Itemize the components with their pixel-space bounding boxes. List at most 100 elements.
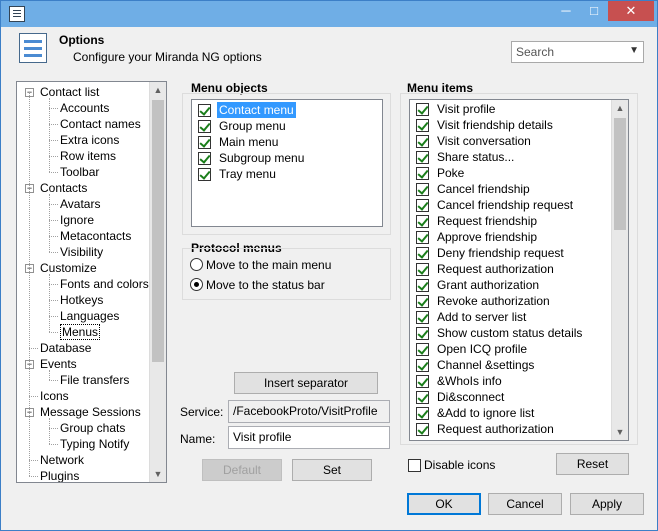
- menu-item-row[interactable]: &WhoIs info: [415, 373, 605, 389]
- scrollbar-thumb[interactable]: [152, 100, 164, 362]
- checkbox-box[interactable]: [416, 327, 429, 340]
- checkbox-box[interactable]: [416, 151, 429, 164]
- protocol-menu-radio[interactable]: Move to the status bar: [190, 276, 380, 294]
- tree-item[interactable]: Toolbar: [60, 164, 99, 180]
- checkbox-box[interactable]: [416, 103, 429, 116]
- tree-item[interactable]: Languages: [60, 308, 119, 324]
- tree-item[interactable]: Message Sessions: [40, 404, 141, 420]
- tree-scrollbar[interactable]: ▲ ▼: [149, 82, 166, 482]
- checkbox-box[interactable]: [416, 183, 429, 196]
- menu-item-row[interactable]: Poke: [415, 165, 605, 181]
- scrollbar-thumb[interactable]: [614, 118, 626, 230]
- checkbox-box[interactable]: [416, 135, 429, 148]
- tree-item[interactable]: Accounts: [60, 100, 109, 116]
- tree-item[interactable]: File transfers: [60, 372, 129, 388]
- tree-item[interactable]: Extra icons: [60, 132, 119, 148]
- checkbox-box[interactable]: [416, 167, 429, 180]
- ok-button[interactable]: OK: [407, 493, 481, 515]
- tree-item[interactable]: Fonts and colors: [60, 276, 149, 292]
- tree-item[interactable]: Metacontacts: [60, 228, 131, 244]
- menu-item-row[interactable]: Approve friendship: [415, 229, 605, 245]
- checkbox-box[interactable]: [416, 231, 429, 244]
- service-field[interactable]: /FacebookProto/VisitProfile: [228, 400, 390, 423]
- checkbox-box[interactable]: [416, 311, 429, 324]
- tree-item[interactable]: Hotkeys: [60, 292, 103, 308]
- checkbox-box[interactable]: [416, 247, 429, 260]
- scroll-up-icon[interactable]: ▲: [150, 82, 166, 98]
- menu-item-row[interactable]: Show custom status details: [415, 325, 605, 341]
- protocol-menu-radio[interactable]: Move to the main menu: [190, 256, 380, 274]
- menu-item-row[interactable]: &Add to ignore list: [415, 405, 605, 421]
- set-button[interactable]: Set: [292, 459, 372, 481]
- menu-item-row[interactable]: Channel &settings: [415, 357, 605, 373]
- menu-item-row[interactable]: Visit conversation: [415, 133, 605, 149]
- tree-item[interactable]: Icons: [40, 388, 69, 404]
- cancel-button[interactable]: Cancel: [488, 493, 562, 515]
- scroll-down-icon[interactable]: ▼: [150, 466, 166, 482]
- menu-item-row[interactable]: Open ICQ profile: [415, 341, 605, 357]
- menu-item-row[interactable]: Add to server list: [415, 309, 605, 325]
- radio-button[interactable]: [190, 258, 203, 271]
- tree-item[interactable]: Contact names: [60, 116, 141, 132]
- checkbox-box[interactable]: [416, 199, 429, 212]
- tree-item[interactable]: Contacts: [40, 180, 87, 196]
- menu-item-row[interactable]: Visit friendship details: [415, 117, 605, 133]
- tree-item[interactable]: Menus: [60, 324, 101, 340]
- menu-item-row[interactable]: Request authorization: [415, 421, 605, 437]
- tree-item[interactable]: Avatars: [60, 196, 100, 212]
- menu-item-row[interactable]: Cancel friendship request: [415, 197, 605, 213]
- menu-item-row[interactable]: Grant authorization: [415, 277, 605, 293]
- tree-item[interactable]: Ignore: [60, 212, 94, 228]
- menu-item-row[interactable]: Deny friendship request: [415, 245, 605, 261]
- checkbox-box[interactable]: [416, 343, 429, 356]
- tree-item[interactable]: Typing Notify: [60, 436, 129, 452]
- checkbox-box[interactable]: [198, 136, 211, 149]
- insert-separator-button[interactable]: Insert separator: [234, 372, 378, 394]
- menu-object-item[interactable]: Group menu: [197, 118, 367, 134]
- name-field[interactable]: Visit profile: [228, 426, 390, 449]
- menu-object-item[interactable]: Contact menu: [197, 102, 367, 118]
- checkbox-box[interactable]: [416, 423, 429, 436]
- reset-button[interactable]: Reset: [556, 453, 629, 475]
- checkbox-box[interactable]: [198, 104, 211, 117]
- checkbox-box[interactable]: [416, 263, 429, 276]
- checkbox-box[interactable]: [416, 375, 429, 388]
- menu-item-row[interactable]: Cancel friendship: [415, 181, 605, 197]
- tree-item[interactable]: Network: [40, 452, 84, 468]
- tree-item[interactable]: Row items: [60, 148, 116, 164]
- tree-item[interactable]: Visibility: [60, 244, 103, 260]
- disable-icons-checkbox[interactable]: Disable icons: [407, 457, 517, 473]
- close-button[interactable]: ✕: [608, 1, 654, 21]
- checkbox-box[interactable]: [198, 120, 211, 133]
- search-combobox[interactable]: Search ▼: [511, 41, 644, 63]
- checkbox-box[interactable]: [416, 119, 429, 132]
- menu-object-item[interactable]: Tray menu: [197, 166, 367, 182]
- checkbox-box[interactable]: [416, 407, 429, 420]
- title-bar[interactable]: ─ □ ✕: [1, 1, 657, 27]
- checkbox-box[interactable]: [416, 295, 429, 308]
- radio-button[interactable]: [190, 278, 203, 291]
- menu-object-item[interactable]: Main menu: [197, 134, 367, 150]
- checkbox-box[interactable]: [416, 359, 429, 372]
- default-button[interactable]: Default: [202, 459, 282, 481]
- scroll-up-icon[interactable]: ▲: [612, 100, 628, 116]
- menu-items-list[interactable]: Request authorization &Add to ignore list…: [409, 99, 629, 441]
- apply-button[interactable]: Apply: [570, 493, 644, 515]
- menu-item-row[interactable]: Revoke authorization: [415, 293, 605, 309]
- tree-item[interactable]: Database: [40, 340, 91, 356]
- maximize-button[interactable]: □: [580, 1, 608, 21]
- checkbox-box[interactable]: [416, 279, 429, 292]
- chevron-down-icon[interactable]: ▼: [629, 45, 639, 56]
- checkbox-box[interactable]: [198, 152, 211, 165]
- minimize-button[interactable]: ─: [552, 1, 580, 21]
- scroll-down-icon[interactable]: ▼: [612, 424, 628, 440]
- menu-items-scrollbar[interactable]: ▲ ▼: [611, 100, 628, 440]
- menu-objects-list[interactable]: Contact menu Group menu Main menu Subgroup …: [191, 99, 383, 227]
- menu-item-row[interactable]: Request friendship: [415, 213, 605, 229]
- menu-item-row[interactable]: Request authorization: [415, 261, 605, 277]
- menu-item-row[interactable]: Share status...: [415, 149, 605, 165]
- checkbox-box[interactable]: [416, 215, 429, 228]
- tree-item[interactable]: Group chats: [60, 420, 125, 436]
- checkbox-box[interactable]: [408, 459, 421, 472]
- options-tree[interactable]: ▲ ▼ Contact list − Accounts Contact names Ex…: [16, 81, 167, 483]
